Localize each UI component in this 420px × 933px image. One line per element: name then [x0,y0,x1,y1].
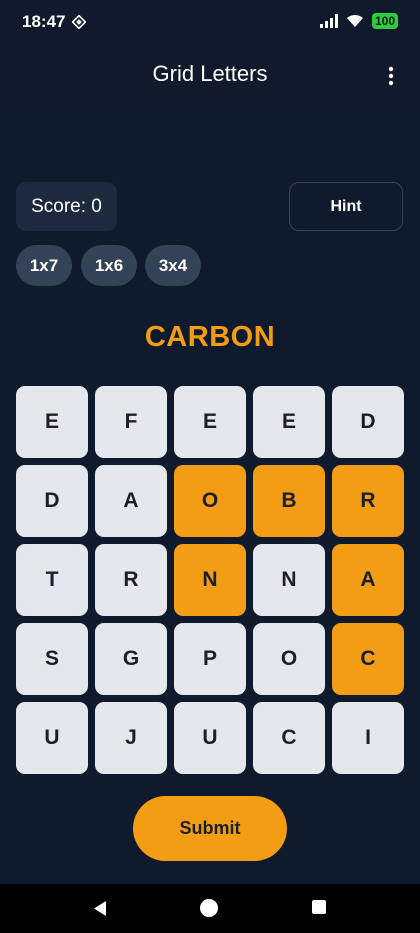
letter-tile[interactable]: D [332,386,404,458]
score-display: Score: 0 [16,182,117,231]
letter-tile[interactable]: C [332,623,404,695]
status-time: 18:47 [22,12,66,31]
letter-tile[interactable]: P [174,623,246,695]
letter-tile[interactable]: R [332,465,404,537]
status-icons: 100 [319,13,398,29]
letter-tile[interactable]: G [95,623,167,695]
size-option-chip[interactable]: 1x6 [81,245,137,286]
letter-tile[interactable]: E [253,386,325,458]
signal-icon [319,14,338,28]
hint-button[interactable]: Hint [289,182,403,231]
submit-button[interactable]: Submit [133,796,287,861]
status-bar: 18:47 100 [0,0,420,44]
letter-tile[interactable]: S [16,623,88,695]
letter-tile[interactable]: F [95,386,167,458]
letter-tile[interactable]: B [253,465,325,537]
letter-tile[interactable]: N [174,544,246,616]
letter-tile[interactable]: D [16,465,88,537]
letter-tile[interactable]: U [174,702,246,774]
size-option-chip[interactable]: 3x4 [145,245,201,286]
battery-icon: 100 [371,13,398,29]
letter-tile[interactable]: U [16,702,88,774]
letter-tile[interactable]: E [174,386,246,458]
page-title: Grid Letters [152,61,268,86]
letter-tile[interactable]: A [95,465,167,537]
system-nav-bar [0,884,420,933]
app-bar: Grid Letters [0,44,420,106]
recents-icon[interactable] [312,900,326,914]
letter-tile[interactable]: R [95,544,167,616]
letter-tile[interactable]: T [16,544,88,616]
more-options-icon[interactable] [388,66,394,86]
letter-tile[interactable]: O [253,623,325,695]
letter-grid: EFEEDDAOBRTRNNASGPOCUJUCI [16,386,404,774]
letter-tile[interactable]: C [253,702,325,774]
wifi-icon [346,14,363,27]
target-word: CARBON [144,321,276,353]
notification-icon [72,15,86,29]
letter-tile[interactable]: I [332,702,404,774]
size-option-chip[interactable]: 1x7 [16,245,72,286]
home-icon[interactable] [200,899,218,917]
letter-tile[interactable]: E [16,386,88,458]
letter-tile[interactable]: O [174,465,246,537]
letter-tile[interactable]: J [95,702,167,774]
letter-tile[interactable]: A [332,544,404,616]
back-icon[interactable] [92,900,108,917]
letter-tile[interactable]: N [253,544,325,616]
